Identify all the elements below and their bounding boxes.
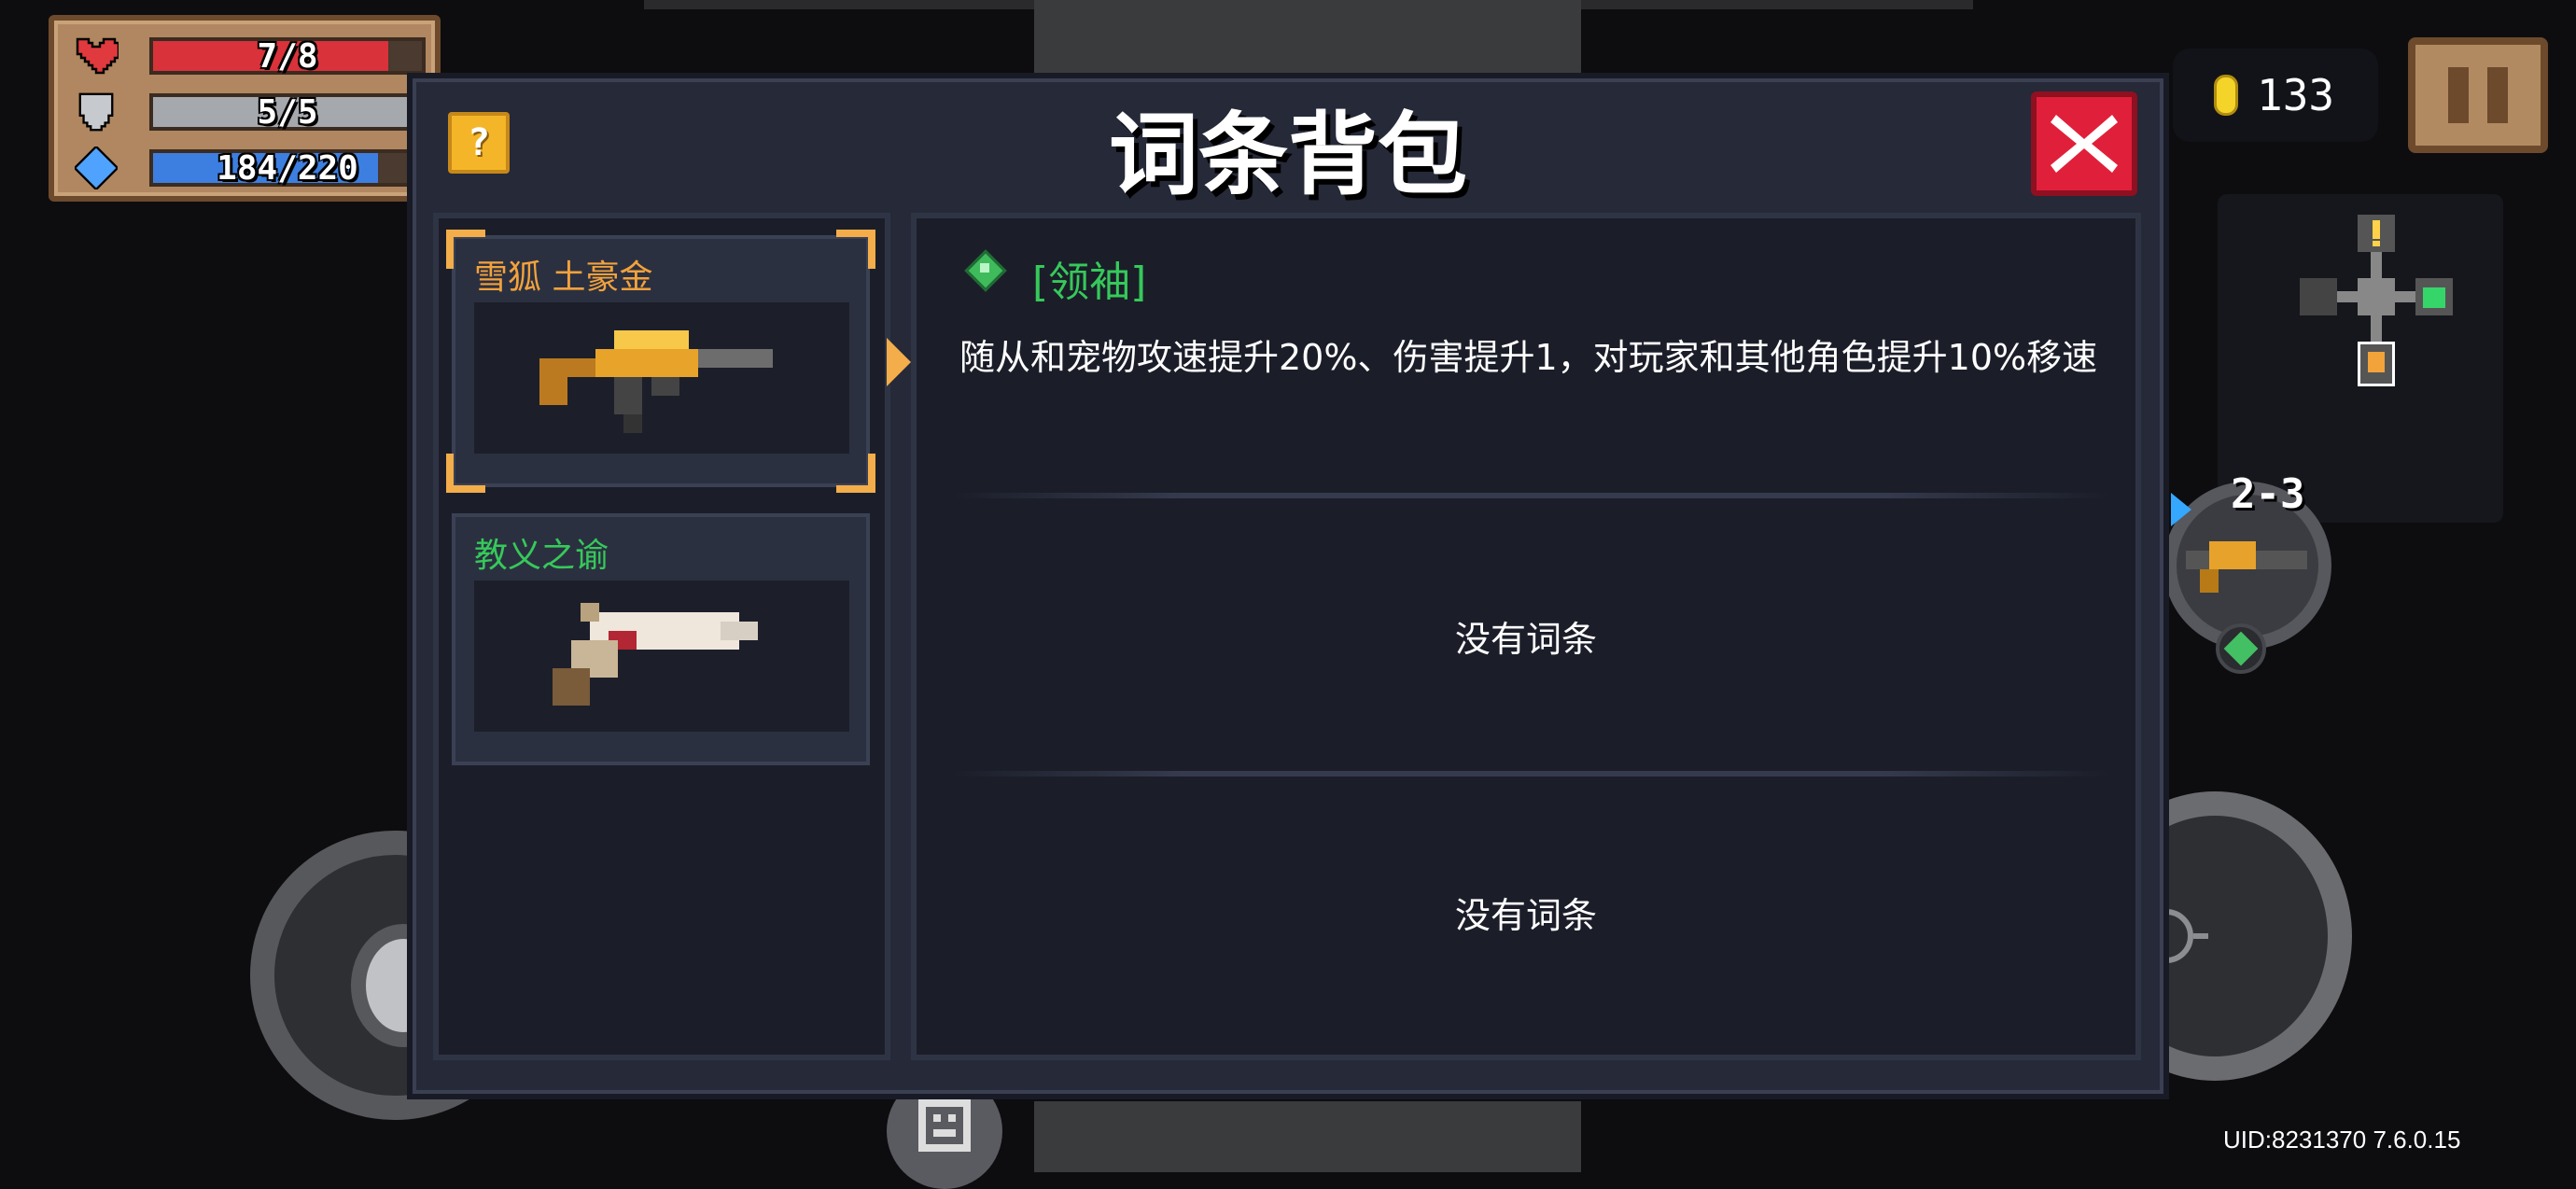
affix-title: [领袖] [1032,259,1147,306]
energy-crystal-icon [73,147,119,189]
slot-divider [952,771,2109,776]
dungeon-floor-bottom [1034,1101,1581,1172]
weapon-image [474,302,849,454]
smiley-icon [918,1099,971,1152]
minimap-shop-room-icon [2415,278,2453,315]
affix-gem-icon [964,249,1007,292]
energy-bar: 184/220 [149,148,426,188]
rifle-icon [2186,541,2307,593]
level-indicator: 2-3 [2231,470,2305,518]
pause-icon [2448,67,2469,123]
minimap-alert-room-icon [2358,215,2395,252]
ornate-pistol-icon [553,603,758,706]
energy-row: 184/220 [73,147,427,189]
weapon-list-panel: 雪狐 土豪金 教义之谕 [433,213,911,1060]
coin-icon [2214,75,2238,116]
selection-corner [836,454,875,493]
minimap-room [2300,278,2337,315]
heart-icon [73,35,119,77]
close-button[interactable] [2031,91,2137,196]
coin-counter: 133 [2173,49,2378,142]
uid-version-label: UID:8231370 7.6.0.15 [2223,1126,2461,1154]
close-icon [2051,115,2118,173]
minimap-player-room-icon [2358,342,2395,386]
golden-rifle-icon [539,330,773,433]
minimap-corridor [2371,252,2382,278]
weapon-affix-gem-icon [2216,623,2266,674]
slot-divider [952,493,2109,498]
selection-corner [446,230,485,269]
weapon-item-snowfox[interactable]: 雪狐 土豪金 [446,230,875,493]
armor-row: 5/5 [73,91,427,133]
armor-bar: 5/5 [149,92,426,132]
minimap-room [2358,278,2395,315]
selected-arrow-icon [887,338,911,386]
player-stats-panel: 7/8 5/5 184/220 [49,15,441,202]
hp-row: 7/8 [73,35,427,77]
minimap-corridor [2395,291,2415,302]
armor-value: 5/5 [257,92,318,132]
help-button[interactable]: ? [448,112,510,174]
weapon-name: 教义之谕 [474,537,609,575]
selection-corner [836,230,875,269]
dungeon-floor-top [1034,0,1581,73]
empty-affix-slot: 没有词条 [1454,619,1597,660]
weapon-image [474,581,849,732]
affix-description: 随从和宠物攻速提升20%、伤害提升1，对玩家和其他角色提升10%移速 [959,337,2098,378]
energy-value: 184/220 [217,148,358,188]
empty-affix-slot: 没有词条 [1454,895,1597,936]
weapon-name: 雪狐 土豪金 [474,259,653,297]
shield-icon [73,91,119,133]
minimap-corridor [2371,315,2382,342]
minimap-corridor [2337,291,2358,302]
dialog-title: 词条背包 [1109,103,1467,207]
pause-button[interactable] [2408,37,2548,153]
weapon-arrow-icon [2171,493,2191,526]
weapon-item-doctrine[interactable]: 教义之谕 [452,513,870,765]
coin-count: 133 [2257,70,2335,120]
selection-corner [446,454,485,493]
hp-value: 7/8 [257,36,318,76]
hp-bar: 7/8 [149,36,426,76]
